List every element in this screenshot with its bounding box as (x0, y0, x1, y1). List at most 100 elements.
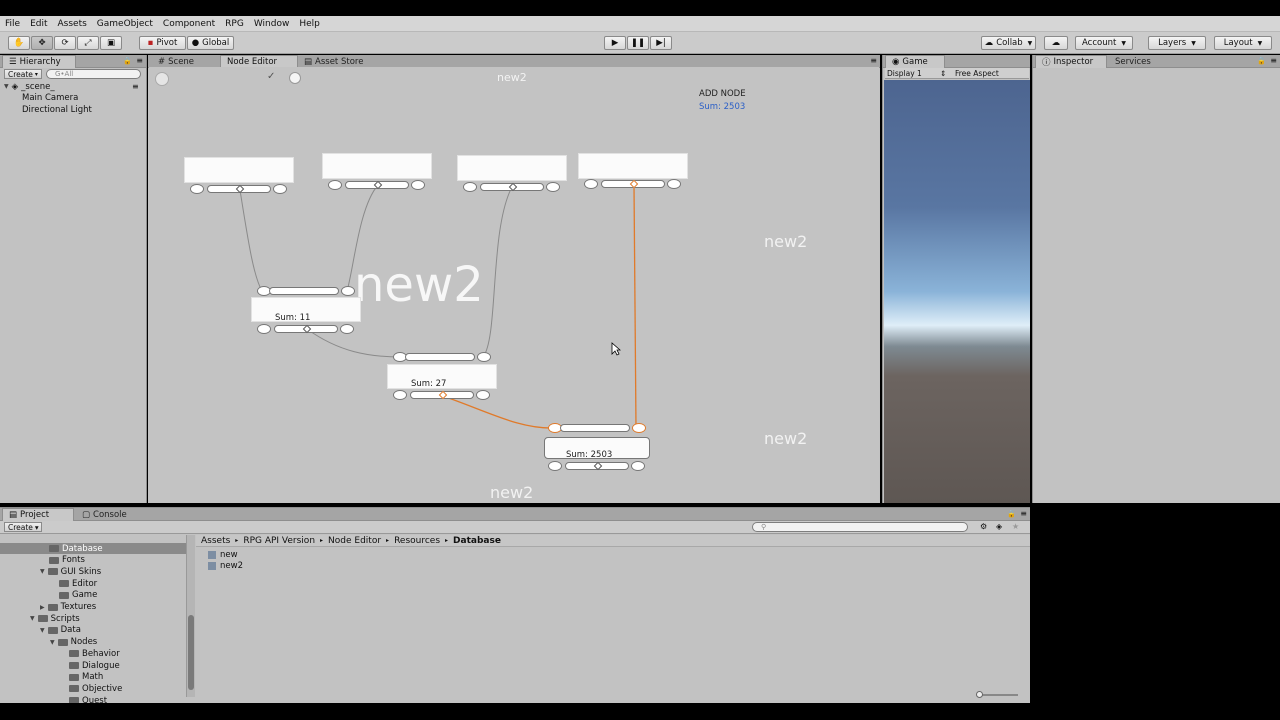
menu-assets[interactable]: Assets (58, 19, 87, 29)
output-port[interactable] (340, 324, 354, 334)
layers-dropdown[interactable]: Layers ▼ (1148, 36, 1206, 50)
panel-menu-icon[interactable]: ≡ (870, 56, 877, 65)
panel-menu-icon[interactable]: ≡ (136, 56, 143, 65)
slider-handle[interactable] (976, 691, 983, 698)
tree-folder-item[interactable]: Database (40, 543, 103, 554)
hierarchy-create-button[interactable]: Create ▾ (4, 69, 42, 79)
breadcrumb-item[interactable]: Assets (201, 536, 230, 546)
tab-game[interactable]: ◉ Game (885, 55, 945, 68)
input-port[interactable] (584, 179, 598, 189)
expand-triangle-icon[interactable]: ▼ (50, 639, 55, 646)
expand-triangle-icon[interactable]: ▼ (4, 83, 9, 90)
menu-component[interactable]: Component (163, 19, 215, 29)
input-port[interactable] (190, 184, 204, 194)
scene-menu-icon[interactable]: ≡ (132, 82, 139, 91)
breadcrumb-item[interactable]: RPG API Version (243, 536, 315, 546)
game-viewport[interactable] (884, 80, 1030, 503)
hierarchy-search-input[interactable]: G•All (46, 69, 141, 79)
expand-triangle-icon[interactable]: ▼ (40, 627, 45, 634)
tree-folder-item[interactable]: Dialogue (60, 660, 120, 671)
tree-folder-item[interactable]: Game (50, 590, 97, 601)
tab-project[interactable]: ▤ Project (2, 508, 74, 521)
input-port[interactable] (477, 352, 491, 362)
account-dropdown[interactable]: Account ▼ (1075, 36, 1133, 50)
input-port[interactable] (632, 423, 646, 433)
input-slot[interactable] (269, 287, 339, 295)
tab-console[interactable]: ▢ Console (76, 508, 133, 521)
input-port[interactable] (463, 182, 477, 192)
aspect-dropdown[interactable]: Free Aspect (955, 69, 999, 78)
hierarchy-item[interactable]: Main Camera (22, 92, 78, 103)
tree-folder-item[interactable]: Fonts (40, 555, 85, 566)
menu-file[interactable]: File (5, 19, 20, 29)
hand-tool-button[interactable]: ✋ (8, 36, 30, 50)
scrollbar-thumb[interactable] (188, 615, 194, 690)
pivot-button[interactable]: ▪ Pivot (139, 36, 186, 50)
tree-folder-item[interactable]: ▼ Nodes (50, 637, 97, 648)
lock-icon[interactable]: 🔒 (1257, 57, 1266, 65)
radio-toggle[interactable] (289, 72, 301, 84)
breadcrumb-item[interactable]: Node Editor (328, 536, 381, 546)
panel-menu-icon[interactable]: ≡ (1020, 509, 1027, 518)
menu-help[interactable]: Help (299, 19, 320, 29)
scale-tool-button[interactable]: ⤢ (77, 36, 99, 50)
expand-triangle-icon[interactable]: ▼ (40, 568, 45, 575)
tab-services[interactable]: Services (1109, 55, 1157, 68)
project-search-input[interactable]: ⚲ (752, 522, 968, 532)
menu-window[interactable]: Window (254, 19, 290, 29)
expand-triangle-icon[interactable]: ▼ (30, 615, 35, 622)
lock-icon[interactable]: 🔒 (123, 57, 132, 65)
move-tool-button[interactable]: ✥ (31, 36, 53, 50)
tab-hierarchy[interactable]: ☰ Hierarchy (2, 55, 76, 68)
tree-folder-item[interactable]: ▼ Data (40, 625, 81, 636)
tree-folder-item[interactable]: ▶ Textures (40, 602, 96, 613)
lock-icon[interactable]: 🔒 (1007, 510, 1016, 518)
tree-folder-item[interactable]: ▼ GUI Skins (40, 566, 101, 577)
tree-folder-item[interactable]: ▼ Scripts (30, 613, 80, 624)
output-port[interactable] (631, 461, 645, 471)
rotate-tool-button[interactable]: ⟳ (54, 36, 76, 50)
file-item[interactable]: new (208, 549, 238, 560)
tree-folder-item[interactable]: Objective (60, 683, 122, 694)
output-port[interactable] (476, 390, 490, 400)
project-create-button[interactable]: Create ▾ (4, 522, 42, 532)
scene-row[interactable]: ▼ ◈ _scene_ ≡ (4, 81, 144, 92)
step-button[interactable]: ▶| (650, 36, 672, 50)
tree-scrollbar[interactable] (186, 535, 195, 697)
menu-gameobject[interactable]: GameObject (97, 19, 153, 29)
icon-size-slider[interactable] (976, 691, 1018, 698)
collapse-triangle-icon[interactable]: ▶ (40, 604, 45, 611)
pause-button[interactable]: ❚❚ (627, 36, 649, 50)
rect-tool-button[interactable]: ▣ (100, 36, 122, 50)
global-button[interactable]: ● Global (187, 36, 234, 50)
breadcrumb-item[interactable]: Database (453, 536, 501, 546)
output-port[interactable] (546, 182, 560, 192)
menu-edit[interactable]: Edit (30, 19, 47, 29)
cloud-services-button[interactable]: ☁ (1044, 36, 1068, 50)
play-button[interactable]: ▶ (604, 36, 626, 50)
breadcrumb-item[interactable]: Resources (394, 536, 440, 546)
tab-inspector[interactable]: ⓘ Inspector (1035, 55, 1107, 68)
display-dropdown[interactable]: Display 1 ⇕ (887, 69, 947, 78)
output-port[interactable] (667, 179, 681, 189)
hierarchy-item[interactable]: Directional Light (22, 104, 92, 115)
menu-rpg[interactable]: RPG (225, 19, 244, 29)
panel-menu-icon[interactable]: ≡ (1270, 56, 1277, 65)
output-port[interactable] (273, 184, 287, 194)
input-port[interactable] (257, 324, 271, 334)
tree-folder-item[interactable]: Behavior (60, 648, 120, 659)
node-editor-canvas[interactable]: ✓ new2 ADD NODE Sum: 2503 new2 new2 new2… (149, 67, 879, 503)
tree-folder-item[interactable]: Math (60, 672, 103, 683)
star-icon[interactable]: ★ (1012, 522, 1019, 531)
tag-icon[interactable]: ◈ (996, 522, 1002, 531)
add-node-button[interactable]: ADD NODE (699, 89, 746, 99)
layout-dropdown[interactable]: Layout ▼ (1214, 36, 1272, 50)
input-port[interactable] (393, 390, 407, 400)
input-port[interactable] (548, 461, 562, 471)
output-port[interactable] (411, 180, 425, 190)
input-port[interactable] (341, 286, 355, 296)
input-slot[interactable] (560, 424, 630, 432)
collab-button[interactable]: ☁ Collab ▼ (981, 36, 1036, 50)
file-item[interactable]: new2 (208, 560, 243, 571)
input-slot[interactable] (405, 353, 475, 361)
